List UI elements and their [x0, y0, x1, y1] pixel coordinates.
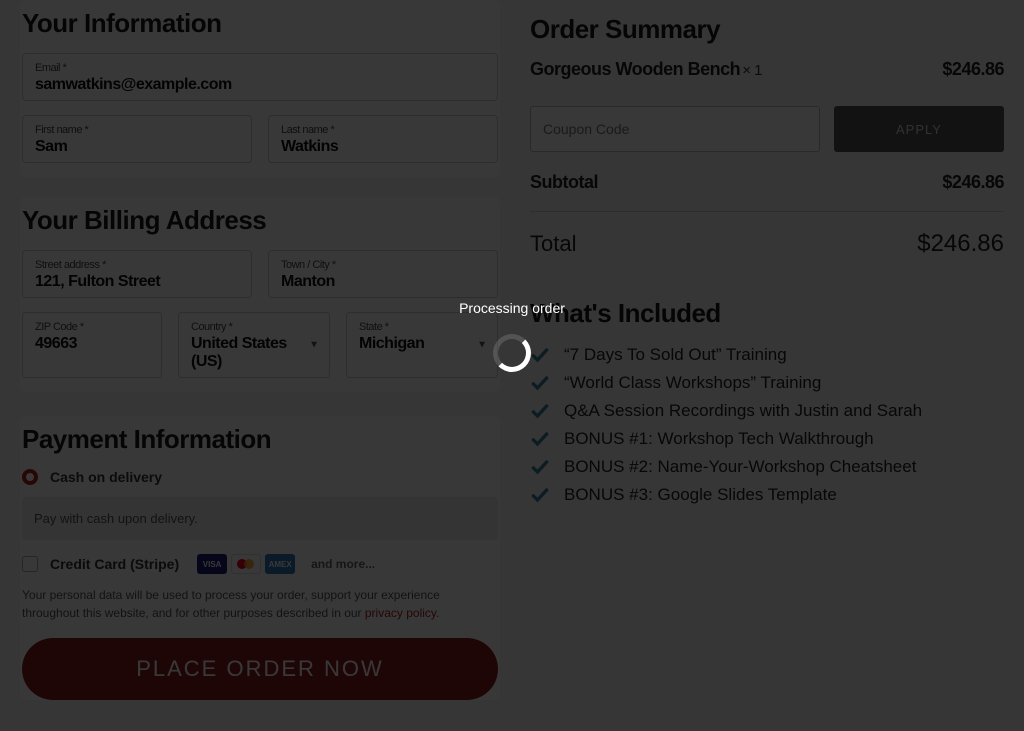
- spinner-icon: [493, 334, 531, 372]
- processing-text: Processing order: [459, 300, 565, 316]
- processing-overlay: Processing order: [0, 0, 1024, 731]
